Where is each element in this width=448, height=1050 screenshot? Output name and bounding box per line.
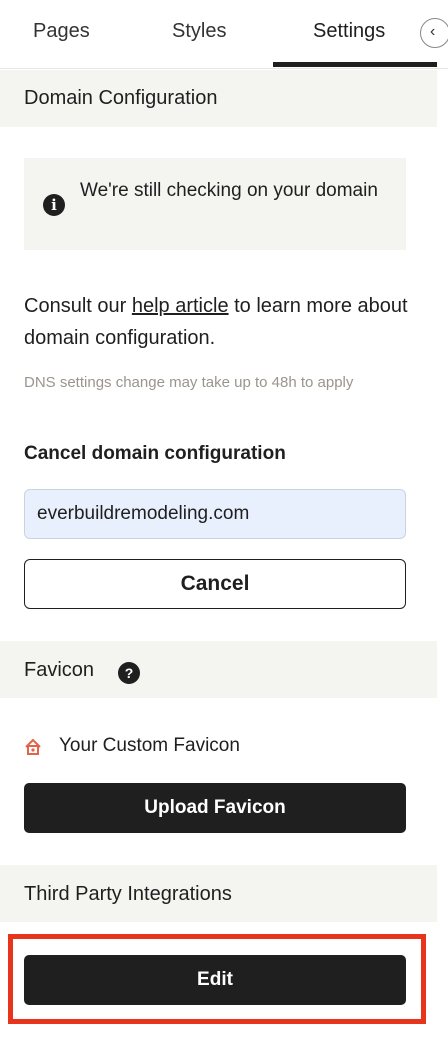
highlight-box [8,934,426,1024]
upload-favicon-button[interactable]: Upload Favicon [24,783,406,833]
section-title: Favicon [24,659,95,681]
favicon-label: Your Custom Favicon [59,735,240,756]
chevron-left-icon: ‹ [430,23,436,40]
collapse-panel-button[interactable]: ‹ [420,18,448,48]
tab-bar: Pages Styles Settings ‹ [0,0,448,69]
cancel-domain-title: Cancel domain configuration [24,443,286,464]
help-text: Consult our help article to learn more a… [24,295,408,349]
integrations-header: Third Party Integrations [0,865,437,922]
domain-status-notice: i We're still checking on your domain [24,158,406,250]
home-icon [25,738,41,755]
active-tab-indicator [273,62,437,67]
domain-field[interactable] [24,489,406,539]
section-title: Third Party Integrations [24,883,232,905]
info-icon: i [43,194,65,216]
tab-styles[interactable]: Styles [172,20,226,43]
tab-pages[interactable]: Pages [33,20,90,43]
notice-text: We're still checking on your domain [80,180,378,201]
tab-settings[interactable]: Settings [313,20,385,43]
favicon-header: Favicon [0,641,437,698]
help-article-link[interactable]: help article [132,295,229,317]
domain-config-header: Domain Configuration [0,70,437,127]
dns-hint: DNS settings change may take up to 48h t… [24,374,354,391]
section-title: Domain Configuration [24,87,218,109]
question-mark-icon[interactable]: ? [118,662,140,684]
cancel-button[interactable]: Cancel [24,559,406,609]
